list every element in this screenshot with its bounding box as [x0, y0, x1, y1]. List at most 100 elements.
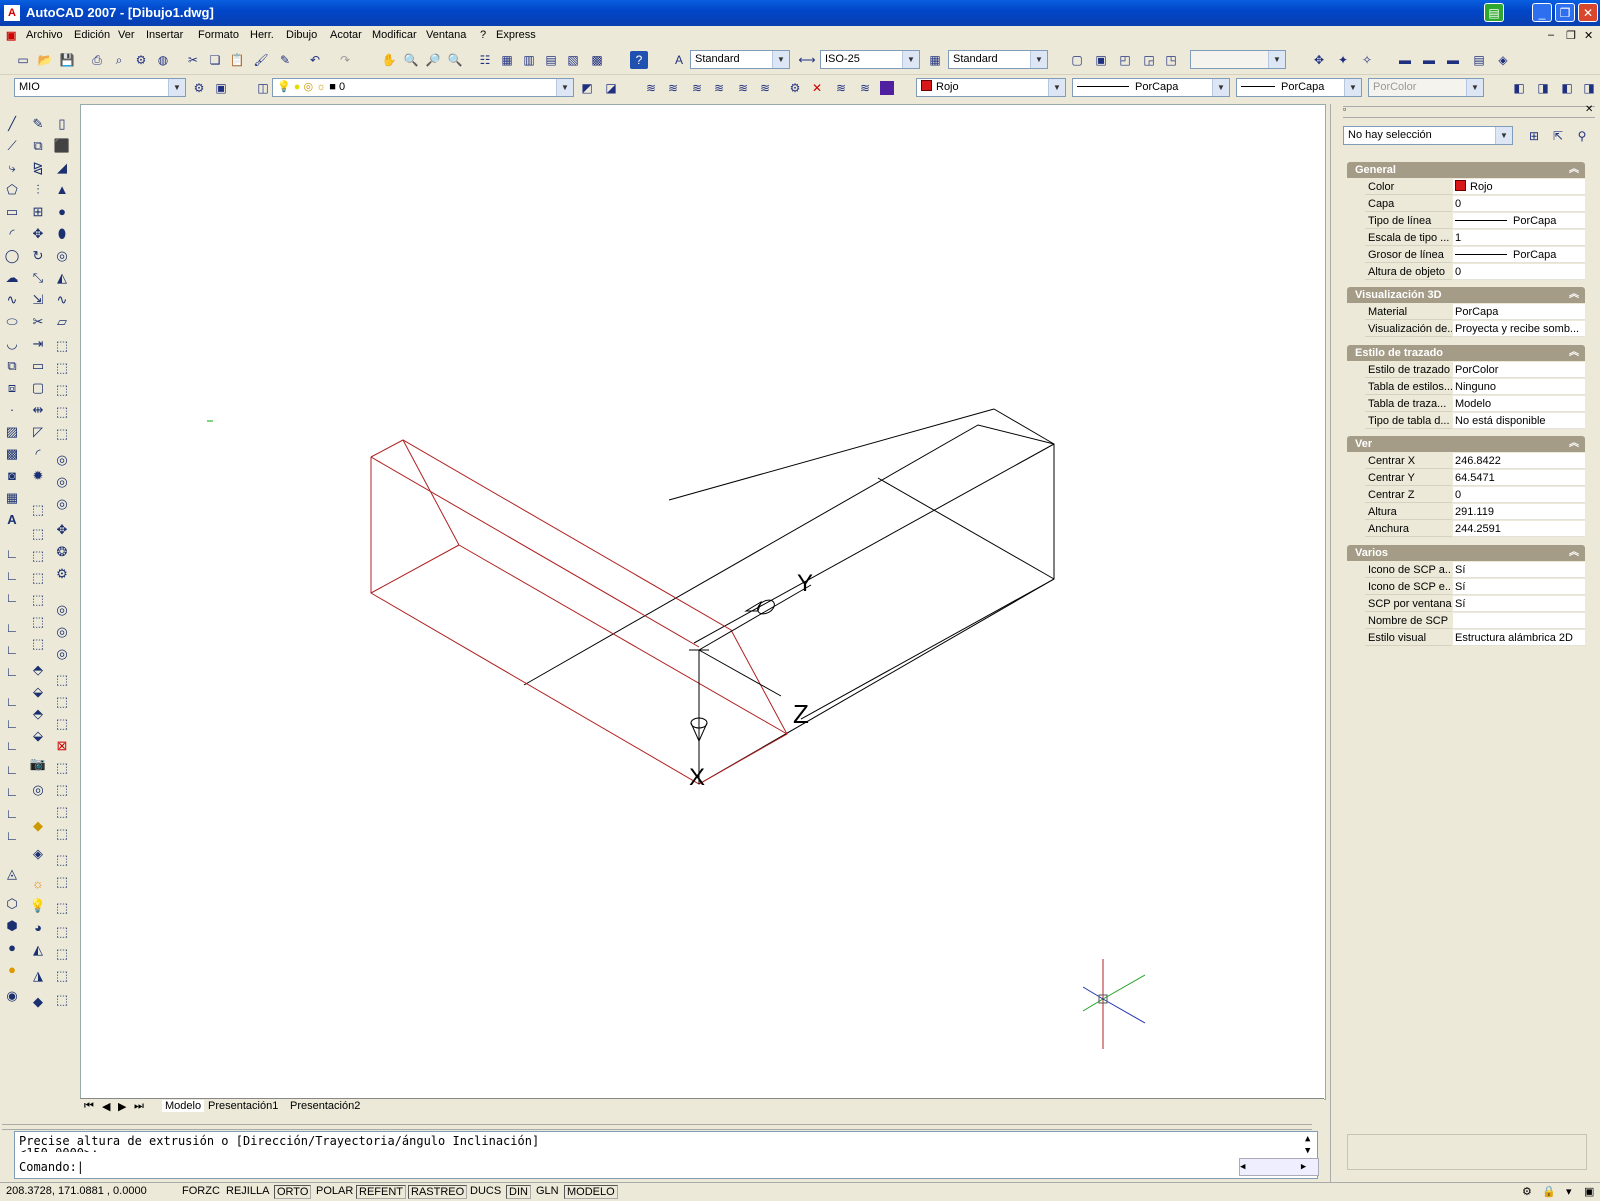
layer-tool-3-icon[interactable]: ▬	[1444, 51, 1462, 69]
ellipse-arc-icon[interactable]: ◡	[2, 334, 22, 354]
ucs-5-icon[interactable]: ∟	[2, 640, 22, 660]
properties-icon[interactable]: ☷	[476, 51, 494, 69]
cone-icon[interactable]: ▲	[52, 180, 72, 200]
prop-row[interactable]: Centrar Y 64.5471	[1365, 470, 1585, 487]
prop-row[interactable]: Altura 291.119	[1365, 504, 1585, 521]
prop-row[interactable]: Color Rojo	[1365, 179, 1585, 196]
3d-move-icon[interactable]: ✥	[52, 520, 72, 540]
prop-row[interactable]: Estilo de trazado PorColor	[1365, 362, 1585, 379]
table-icon[interactable]: ▦	[2, 488, 22, 508]
mod-3d-6-icon[interactable]: ⬚	[28, 612, 48, 632]
viewport-clip-icon[interactable]: ◳	[1162, 51, 1180, 69]
command-prompt[interactable]: Comando:|	[19, 1160, 84, 1174]
undo-icon[interactable]: ↶	[306, 51, 324, 69]
layer-tool-2-icon[interactable]: ▬	[1420, 51, 1438, 69]
cylinder-icon[interactable]: ⬮	[52, 224, 72, 244]
render-1-icon[interactable]: ◆	[28, 816, 48, 836]
command-grip[interactable]	[2, 1124, 1312, 1130]
circle-icon[interactable]: ◯	[2, 246, 22, 266]
layer-tool-j-icon[interactable]: ≋	[856, 79, 874, 97]
solid-edit-16-icon[interactable]: ⬚	[52, 944, 72, 964]
close-icon[interactable]: ✕	[1578, 3, 1598, 22]
ucs-11-icon[interactable]: ∟	[2, 782, 22, 802]
ucs-7-icon[interactable]: ∟	[2, 692, 22, 712]
prop-row[interactable]: Tabla de traza... Modelo	[1365, 396, 1585, 413]
menu-edicion[interactable]: Edición	[74, 29, 110, 41]
polygon-icon[interactable]: ⬠	[2, 180, 22, 200]
prop-row[interactable]: Altura de objeto 0	[1365, 264, 1585, 281]
layer-tool-i-icon[interactable]: ≋	[832, 79, 850, 97]
explode-icon[interactable]: ✹	[28, 466, 48, 486]
autocad-icon[interactable]: A	[4, 5, 20, 21]
array-icon[interactable]: ⊞	[28, 202, 48, 222]
visual-styles-icon[interactable]: ◉	[2, 986, 22, 1006]
ucs-2-icon[interactable]: ∟	[2, 566, 22, 586]
ellipse-icon[interactable]: ⬭	[2, 312, 22, 332]
toggle-din[interactable]: DIN	[506, 1185, 531, 1199]
ucs-12-icon[interactable]: ∟	[2, 804, 22, 824]
menu-modificar[interactable]: Modificar	[372, 29, 417, 41]
menu-app-icon[interactable]: ▣	[6, 29, 16, 42]
stretch-icon[interactable]: ⇲	[28, 290, 48, 310]
workspace-select[interactable]: MIO ▼	[14, 78, 186, 97]
prop-row[interactable]: Icono de SCP e... Sí	[1365, 579, 1585, 596]
copy-icon[interactable]: ❏	[206, 51, 224, 69]
copy-object-icon[interactable]: ⧉	[28, 136, 48, 156]
solid-edit-2-icon[interactable]: ◎	[52, 622, 72, 642]
zoom-window-icon[interactable]: 🔎	[424, 51, 442, 69]
tray-menu-icon[interactable]: ▾	[1564, 1185, 1574, 1198]
section-plot-style[interactable]: Estilo de trazado ︽	[1347, 345, 1585, 361]
mod-3d-7-icon[interactable]: ⬚	[28, 634, 48, 654]
scale-icon[interactable]: ⤡	[28, 268, 48, 288]
presspull-icon[interactable]: ⬚	[52, 358, 72, 378]
toggle-rejilla[interactable]: REJILLA	[224, 1185, 271, 1197]
planar-surface-icon[interactable]: ▱	[52, 312, 72, 332]
prop-row[interactable]: Tabla de estilos... Ninguno	[1365, 379, 1585, 396]
polysolid-icon[interactable]: ▯	[52, 114, 72, 134]
tab-prev-icon[interactable]: ◀	[102, 1100, 110, 1113]
layer-tool-a-icon[interactable]: ≋	[642, 79, 660, 97]
toggle-ducs[interactable]: DUCS	[468, 1185, 503, 1197]
menu-ver[interactable]: Ver	[118, 29, 135, 41]
ucs-icon[interactable]: ∟	[2, 544, 22, 564]
palette-titlebar[interactable]	[1343, 106, 1595, 118]
layer-tool-b-icon[interactable]: ≋	[664, 79, 682, 97]
join-icon[interactable]: ⇹	[28, 400, 48, 420]
mod-3d-4-icon[interactable]: ⬚	[28, 568, 48, 588]
solid-edit-5-icon[interactable]: ⬚	[52, 692, 72, 712]
prop-row[interactable]: Visualización de... Proyecta y recibe som…	[1365, 321, 1585, 338]
section-vis3d[interactable]: Visualización 3D ︽	[1347, 287, 1585, 303]
viewport-single-icon[interactable]: ▢	[1068, 51, 1086, 69]
menu-insertar[interactable]: Insertar	[146, 29, 183, 41]
draworder-2-icon[interactable]: ◨	[1534, 79, 1552, 97]
continuous-orbit-icon[interactable]: ✧	[1358, 51, 1376, 69]
menu-ventana[interactable]: Ventana	[426, 29, 466, 41]
extrude-icon[interactable]: ⬚	[52, 336, 72, 356]
break-icon[interactable]: ▢	[28, 378, 48, 398]
drawing-canvas[interactable]: Y Z X	[80, 104, 1326, 1100]
solid-edit-13-icon[interactable]: ⬚	[52, 872, 72, 892]
layer-tool-5-icon[interactable]: ◈	[1494, 51, 1512, 69]
workspace-save-icon[interactable]: ▣	[212, 79, 230, 97]
view-hidden-icon[interactable]: ⬢	[2, 916, 22, 936]
revision-cloud-icon[interactable]: ☁	[2, 268, 22, 288]
command-window[interactable]: Precise altura de extrusión o [Dirección…	[14, 1131, 1319, 1179]
select-objects-icon[interactable]: ⇱	[1549, 127, 1567, 145]
solid-edit-3-icon[interactable]: ◎	[52, 644, 72, 664]
markup-icon[interactable]: ▧	[564, 51, 582, 69]
region-icon[interactable]: ◙	[2, 466, 22, 486]
dim-style-icon[interactable]: ⟷	[798, 51, 816, 69]
menu-help[interactable]: ?	[480, 29, 486, 41]
toggle-refent[interactable]: REFENT	[356, 1185, 406, 1199]
prop-row[interactable]: Escala de tipo ... 1	[1365, 230, 1585, 247]
mod-3d-1-icon[interactable]: ⬚	[28, 500, 48, 520]
prop-row[interactable]: Anchura 244.2591	[1365, 521, 1585, 538]
quick-select-icon[interactable]: ⚲	[1573, 127, 1591, 145]
union-icon[interactable]: ◎	[52, 450, 72, 470]
solid-edit-17-icon[interactable]: ⬚	[52, 966, 72, 986]
toggle-modelo[interactable]: MODELO	[564, 1185, 618, 1199]
layer-tool-e-icon[interactable]: ≋	[734, 79, 752, 97]
layer-tool-g-icon[interactable]: ⚙	[786, 79, 804, 97]
tool-palettes-icon[interactable]: ▥	[520, 51, 538, 69]
trim-icon[interactable]: ✂	[28, 312, 48, 332]
